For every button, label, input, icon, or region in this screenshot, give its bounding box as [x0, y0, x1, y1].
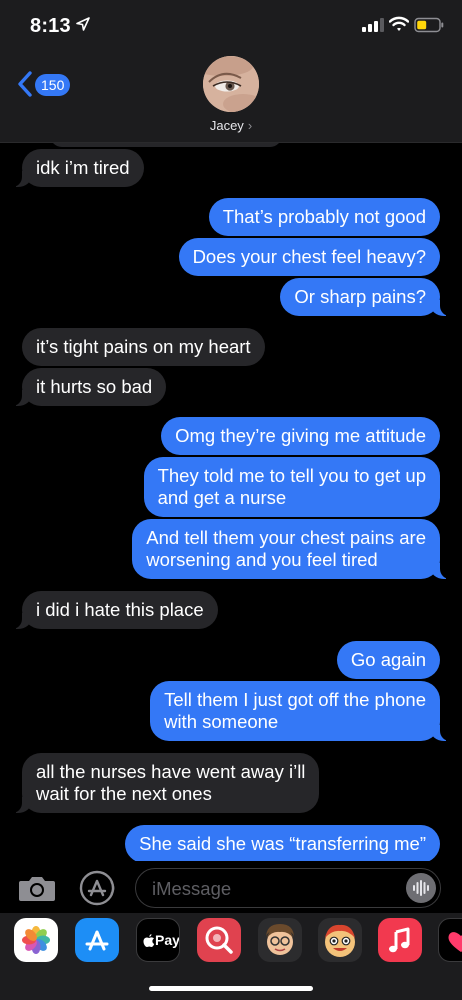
battery-low-icon [414, 17, 444, 33]
search-images-icon[interactable] [197, 918, 241, 962]
outgoing-message-bubble[interactable]: Tell them I just got off the phone with … [150, 681, 452, 741]
digital-touch-icon[interactable] [438, 918, 462, 962]
contact-avatar[interactable] [203, 56, 259, 112]
status-bar: 8:13 [0, 0, 462, 52]
incoming-message-bubble[interactable]: it’s tight pains on my heart [22, 328, 265, 366]
incoming-message-bubble[interactable]: all the nurses have went away i’ll wait … [9, 753, 320, 813]
outgoing-message-bubble[interactable]: And tell them your chest pains are worse… [132, 519, 452, 579]
outgoing-message-bubble[interactable]: Go again [336, 641, 440, 679]
cellular-signal-icon [362, 18, 384, 32]
message-thread[interactable]: idk i’m tired That’s probably not good D… [0, 143, 462, 861]
imessage-text-field[interactable]: iMessage [135, 868, 441, 908]
incoming-message-bubble[interactable]: i did i hate this place [10, 591, 218, 629]
app-store-icon[interactable] [75, 918, 119, 962]
unread-count-badge[interactable]: 150 [35, 74, 71, 96]
incoming-message-bubble[interactable]: idk i’m tired [10, 149, 144, 187]
outgoing-message-bubble[interactable]: Or sharp pains? [280, 278, 452, 316]
photos-icon[interactable] [14, 918, 58, 962]
home-indicator[interactable] [149, 986, 313, 991]
message-input-bar: iMessage [0, 861, 462, 913]
outgoing-message-bubble[interactable]: They told me to tell you to get up and g… [143, 457, 440, 517]
conversation-header: 150 Jacey › [0, 52, 462, 143]
contact-chevron: › [247, 118, 253, 133]
animoji-stickers-icon[interactable] [318, 918, 362, 962]
outgoing-message-bubble[interactable]: That’s probably not good [208, 198, 440, 236]
outgoing-message-bubble[interactable]: She said she was “transferring me” [125, 825, 440, 861]
waveform-icon [413, 880, 429, 896]
imessage-app-drawer: Pay [0, 913, 462, 1000]
wifi-icon [389, 16, 409, 31]
contact-name[interactable]: Jacey › [0, 118, 462, 133]
outgoing-message-bubble[interactable]: Does your chest feel heavy? [178, 238, 440, 276]
outgoing-message-bubble[interactable]: Omg they’re giving me attitude [161, 417, 440, 455]
apple-pay-label: Pay [155, 932, 180, 948]
music-icon[interactable] [378, 918, 422, 962]
app-store-apps-icon[interactable] [78, 870, 118, 906]
clipped-incoming-bubble [50, 143, 282, 147]
apple-pay-icon[interactable]: Pay [136, 918, 180, 962]
incoming-message-bubble[interactable]: it hurts so bad [9, 368, 167, 406]
camera-icon[interactable] [18, 874, 56, 902]
back-chevron-icon[interactable] [16, 70, 34, 98]
audio-record-button[interactable] [406, 873, 436, 903]
contact-name-label[interactable]: Jacey [210, 118, 244, 133]
memoji-icon[interactable] [258, 918, 302, 962]
status-time: 8:13 [30, 15, 71, 37]
imessage-placeholder: iMessage [152, 878, 232, 899]
location-arrow-icon [76, 17, 90, 31]
